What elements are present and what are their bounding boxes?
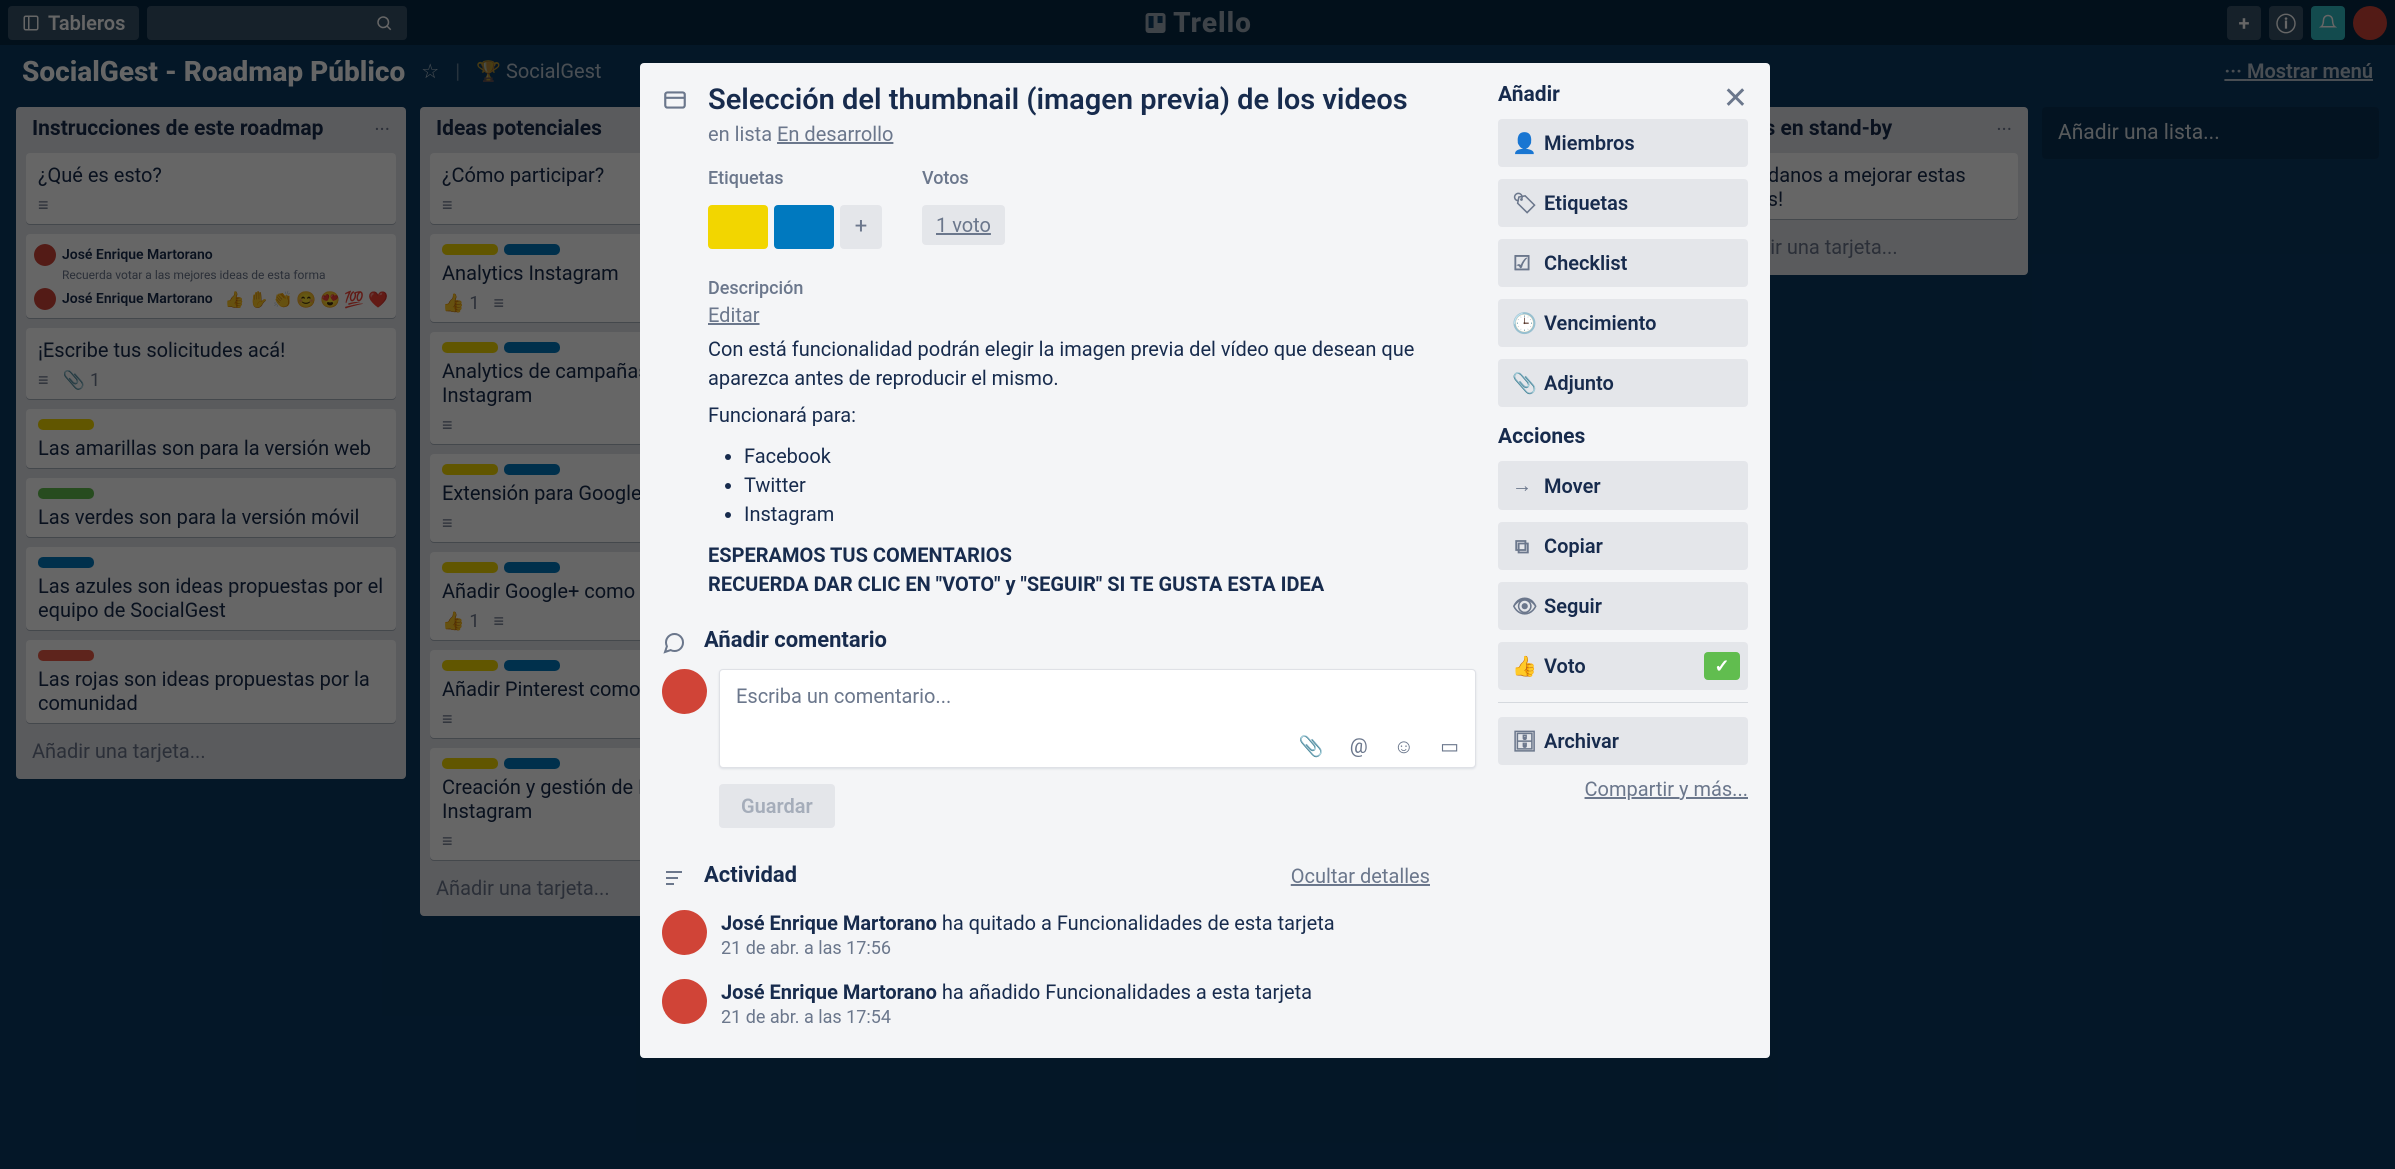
in-list-label: en lista En desarrollo (708, 122, 1476, 146)
vote-button[interactable]: 👍Voto✓ (1498, 642, 1748, 690)
follow-button[interactable]: 👁Seguir (1498, 582, 1748, 630)
archive-button[interactable]: 🗄Archivar (1498, 717, 1748, 765)
members-icon: 👤 (1512, 131, 1532, 155)
clock-icon: 🕒 (1512, 311, 1532, 335)
actions-section-heading: Acciones (1498, 425, 1748, 449)
mention-icon[interactable]: @ (1350, 734, 1368, 759)
check-icon: ✓ (1704, 652, 1740, 680)
attachment-icon[interactable]: 📎 (1299, 734, 1324, 759)
attachment-button[interactable]: 📎Adjunto (1498, 359, 1748, 407)
label-chip-yellow[interactable] (708, 205, 768, 249)
due-date-button[interactable]: 🕒Vencimiento (1498, 299, 1748, 347)
add-comment-heading: Añadir comentario (704, 628, 887, 653)
activity-item: José Enrique Martorano ha quitado a Func… (662, 910, 1476, 959)
checklist-button[interactable]: ☑Checklist (1498, 239, 1748, 287)
attachment-icon: 📎 (1512, 371, 1532, 395)
archive-icon: 🗄 (1512, 729, 1532, 753)
share-link[interactable]: Compartir y más... (1498, 777, 1748, 801)
vote-count[interactable]: 1 voto (922, 205, 1005, 245)
add-section-heading: Añadir (1498, 83, 1748, 107)
arrow-right-icon: → (1512, 473, 1532, 498)
labels-icon: 🏷 (1512, 191, 1532, 215)
emoji-icon[interactable]: ☺ (1394, 734, 1414, 759)
activity-item: José Enrique Martorano ha añadido Funcio… (662, 979, 1476, 1028)
members-button[interactable]: 👤Miembros (1498, 119, 1748, 167)
activity-timestamp: 21 de abr. a las 17:54 (721, 1007, 1312, 1028)
copy-button[interactable]: ⧉Copiar (1498, 522, 1748, 570)
close-icon[interactable]: ✕ (1723, 81, 1748, 116)
comment-icon (662, 627, 690, 655)
checklist-icon: ☑ (1512, 251, 1532, 275)
hide-details-link[interactable]: Ocultar detalles (1291, 864, 1430, 888)
avatar-icon (662, 979, 707, 1024)
add-label-button[interactable]: + (840, 205, 882, 249)
label-chip-blue[interactable] (774, 205, 834, 249)
thumbs-up-icon: 👍 (1512, 654, 1532, 678)
eye-icon: 👁 (1512, 594, 1532, 618)
card-icon (662, 83, 690, 113)
avatar-icon (662, 910, 707, 955)
edit-description-link[interactable]: Editar (708, 303, 1476, 327)
move-button[interactable]: →Mover (1498, 461, 1748, 510)
comment-box: Escriba un comentario... 📎 @ ☺ ▭ (719, 669, 1476, 768)
card-title[interactable]: Selección del thumbnail (imagen previa) … (708, 83, 1476, 118)
activity-icon (662, 862, 690, 890)
votes-heading: Votos (922, 168, 1005, 189)
card-icon[interactable]: ▭ (1440, 734, 1459, 759)
labels-button[interactable]: 🏷Etiquetas (1498, 179, 1748, 227)
comment-input[interactable]: Escriba un comentario... (736, 684, 1459, 714)
activity-heading: Actividad (704, 863, 797, 888)
labels-heading: Etiquetas (708, 168, 882, 189)
list-link[interactable]: En desarrollo (777, 122, 893, 146)
card-detail-modal: ✕ Selección del thumbnail (imagen previa… (640, 63, 1770, 1058)
description-heading: Descripción (708, 278, 803, 299)
activity-timestamp: 21 de abr. a las 17:56 (721, 938, 1335, 959)
user-avatar (662, 669, 707, 714)
description-body[interactable]: Con está funcionalidad podrán elegir la … (708, 335, 1476, 599)
save-comment-button[interactable]: Guardar (719, 784, 835, 828)
copy-icon: ⧉ (1512, 534, 1532, 558)
